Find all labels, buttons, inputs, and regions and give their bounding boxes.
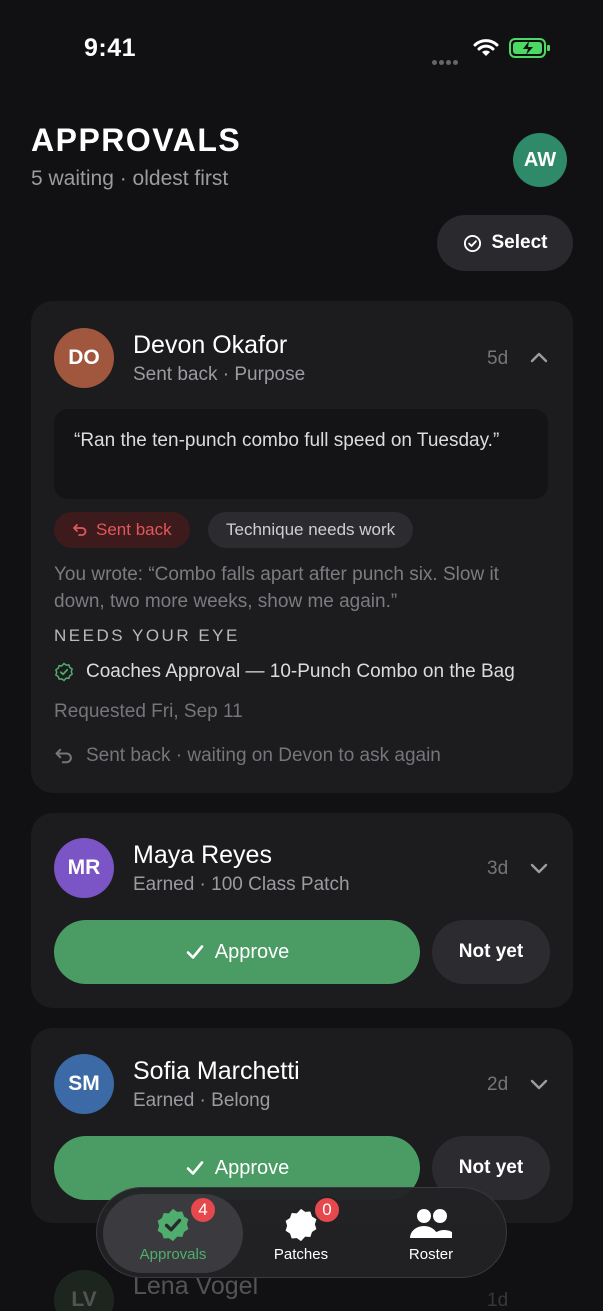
tab-bar: 4 Approvals 0 Patches Roster — [96, 1187, 507, 1278]
wifi-icon — [473, 39, 499, 56]
not-yet-button[interactable]: Not yet — [432, 920, 550, 984]
member-name: Sofia Marchetti — [133, 1057, 300, 1085]
checkmark-icon — [186, 945, 204, 959]
avatar: MR — [54, 838, 114, 898]
member-name: Devon Okafor — [133, 331, 288, 359]
requirement-item: Coaches Approval — 10-Punch Combo on the… — [54, 661, 515, 683]
tab-label: Patches — [273, 1246, 329, 1263]
member-meta: Earned · 100 Class Patch — [133, 874, 350, 895]
battery-icon — [509, 38, 550, 58]
tab-patches[interactable]: 0 Patches — [231, 1194, 371, 1273]
status-chip: Sent back — [54, 512, 190, 548]
member-name: Maya Reyes — [133, 841, 272, 869]
undo-icon — [55, 748, 72, 764]
sent-back-status: Sent back · waiting on Devon to ask agai… — [54, 745, 441, 767]
check-circle-icon — [463, 234, 481, 252]
section-label: NEEDS YOUR EYE — [54, 626, 240, 645]
tab-badge: 4 — [189, 1196, 217, 1224]
requested-date: Requested Fri, Sep 11 — [54, 701, 243, 722]
member-meta: Earned · Belong — [133, 1090, 271, 1111]
approval-card-devon[interactable]: DO Devon Okafor Sent back · Purpose 5d “… — [31, 301, 573, 793]
tab-label: Roster — [408, 1246, 454, 1263]
checkmark-icon — [186, 1161, 204, 1175]
chevron-down-icon[interactable] — [528, 857, 550, 879]
reason-chip: Technique needs work — [208, 512, 414, 548]
undo-icon — [73, 524, 87, 536]
tab-label: Approvals — [139, 1246, 207, 1263]
requirement-label: Coaches Approval — 10-Punch Combo on the… — [86, 661, 515, 682]
badge-check-icon — [55, 662, 73, 682]
page-header: APPROVALS 5 waiting · oldest first — [31, 122, 241, 191]
user-avatar[interactable]: AW — [513, 133, 567, 187]
approval-card-maya[interactable]: MR Maya Reyes Earned · 100 Class Patch 3… — [31, 813, 573, 1008]
status-bar: 9:41 — [0, 0, 603, 90]
people-icon — [410, 1209, 452, 1238]
avatar: DO — [54, 328, 114, 388]
age-label: 2d — [487, 1074, 509, 1095]
approve-label: Approve — [214, 1156, 290, 1179]
member-meta: Sent back · Purpose — [133, 364, 306, 385]
tab-badge: 0 — [313, 1196, 341, 1224]
chevron-up-icon[interactable] — [528, 347, 550, 369]
status-time: 9:41 — [84, 34, 137, 62]
cellular-icon — [432, 52, 464, 65]
select-button[interactable]: Select — [437, 215, 573, 271]
coach-note: You wrote: “Combo falls apart after punc… — [54, 564, 499, 612]
age-label: 5d — [487, 348, 509, 369]
page-subtitle: 5 waiting · oldest first — [31, 167, 229, 190]
status-chip-label: Sent back — [96, 520, 172, 539]
page-title: APPROVALS — [31, 122, 242, 158]
avatar: SM — [54, 1054, 114, 1114]
submission-quote: “Ran the ten-punch combo full speed on T… — [54, 409, 548, 499]
chevron-down-icon[interactable] — [528, 1073, 550, 1095]
approve-button[interactable]: Approve — [54, 920, 420, 984]
tab-roster[interactable]: Roster — [361, 1194, 501, 1273]
avatar: LV — [54, 1270, 114, 1311]
sent-back-label: Sent back · waiting on Devon to ask agai… — [86, 745, 441, 766]
select-label: Select — [491, 232, 548, 253]
age-label: 3d — [487, 858, 509, 879]
approve-label: Approve — [214, 940, 290, 963]
tab-approvals[interactable]: 4 Approvals — [103, 1194, 243, 1273]
badge-check-icon — [157, 1208, 189, 1242]
age-label: 1d — [487, 1290, 509, 1311]
